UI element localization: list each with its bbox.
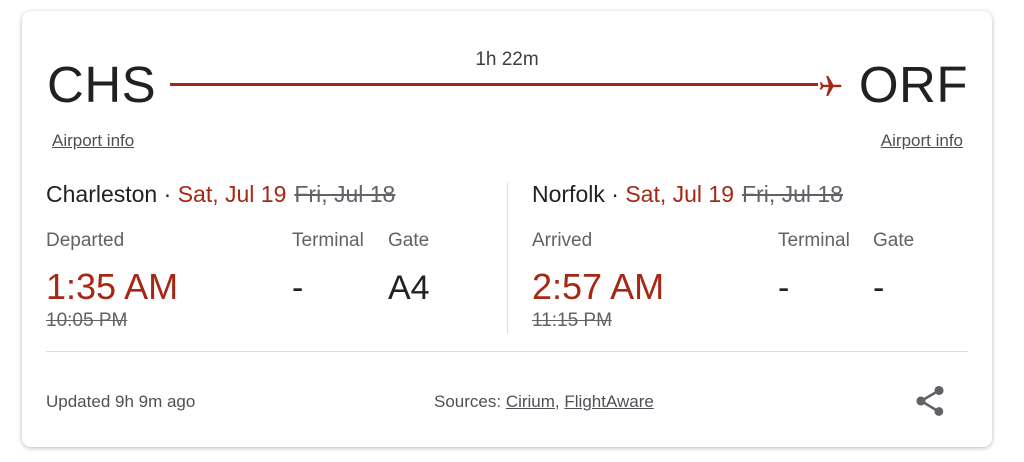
arrival-actual-time: 2:57 AM <box>532 266 665 307</box>
footer-divider <box>46 351 968 352</box>
departure-section: Charleston · Sat, Jul 19 Fri, Jul 18 Depa… <box>46 181 486 331</box>
separator-dot: · <box>604 181 626 207</box>
arrival-scheduled-time: 11:15 PM <box>532 310 612 331</box>
flight-status-card: CHS 1h 22m ORF Airport info Airport info… <box>22 11 992 447</box>
sources-separator: , <box>554 392 565 411</box>
arrival-status-label: Arrived <box>532 230 593 251</box>
separator-dot: · <box>157 181 178 207</box>
route-line <box>170 83 818 86</box>
source-link-flightaware[interactable]: FlightAware <box>564 392 653 411</box>
arrival-actual-date: Sat, Jul 19 <box>625 181 734 207</box>
departure-scheduled-time: 10:05 PM <box>46 310 128 331</box>
arrival-gate-label: Gate <box>873 230 915 251</box>
departure-terminal-value: - <box>292 269 304 307</box>
departure-gate-label: Gate <box>388 230 430 251</box>
arrival-city-row: Norfolk · Sat, Jul 19 Fri, Jul 18 <box>532 181 972 208</box>
arrival-section: Norfolk · Sat, Jul 19 Fri, Jul 18 Arrived… <box>532 181 972 331</box>
departure-city: Charleston <box>46 181 158 207</box>
departure-gate-value: A4 <box>388 269 430 307</box>
source-link-cirium[interactable]: Cirium <box>506 392 555 411</box>
flight-duration: 1h 22m <box>475 49 539 70</box>
departure-scheduled-date: Fri, Jul 18 <box>294 181 396 207</box>
departure-actual-time: 1:35 AM <box>46 266 179 307</box>
arrival-gate-value: - <box>873 269 885 307</box>
arrival-terminal-value: - <box>778 269 790 307</box>
departure-city-row: Charleston · Sat, Jul 19 Fri, Jul 18 <box>46 181 486 208</box>
sources-label: Sources: <box>434 392 506 411</box>
arrival-city: Norfolk <box>532 181 605 207</box>
airplane-icon <box>819 75 842 96</box>
destination-airport-code: ORF <box>858 56 968 113</box>
origin-airport-info-link[interactable]: Airport info <box>52 131 134 151</box>
departure-actual-date: Sat, Jul 19 <box>177 181 287 207</box>
departure-terminal-label: Terminal <box>292 230 364 251</box>
last-updated-text: Updated 9h 9m ago <box>46 392 196 411</box>
destination-airport-info-link[interactable]: Airport info <box>881 131 963 151</box>
share-icon[interactable] <box>912 383 948 419</box>
column-divider <box>507 183 508 333</box>
departure-status-label: Departed <box>46 230 125 251</box>
sources-line: Sources: Cirium, FlightAware <box>434 392 654 412</box>
arrival-terminal-label: Terminal <box>778 230 850 251</box>
arrival-scheduled-date: Fri, Jul 18 <box>742 181 843 207</box>
